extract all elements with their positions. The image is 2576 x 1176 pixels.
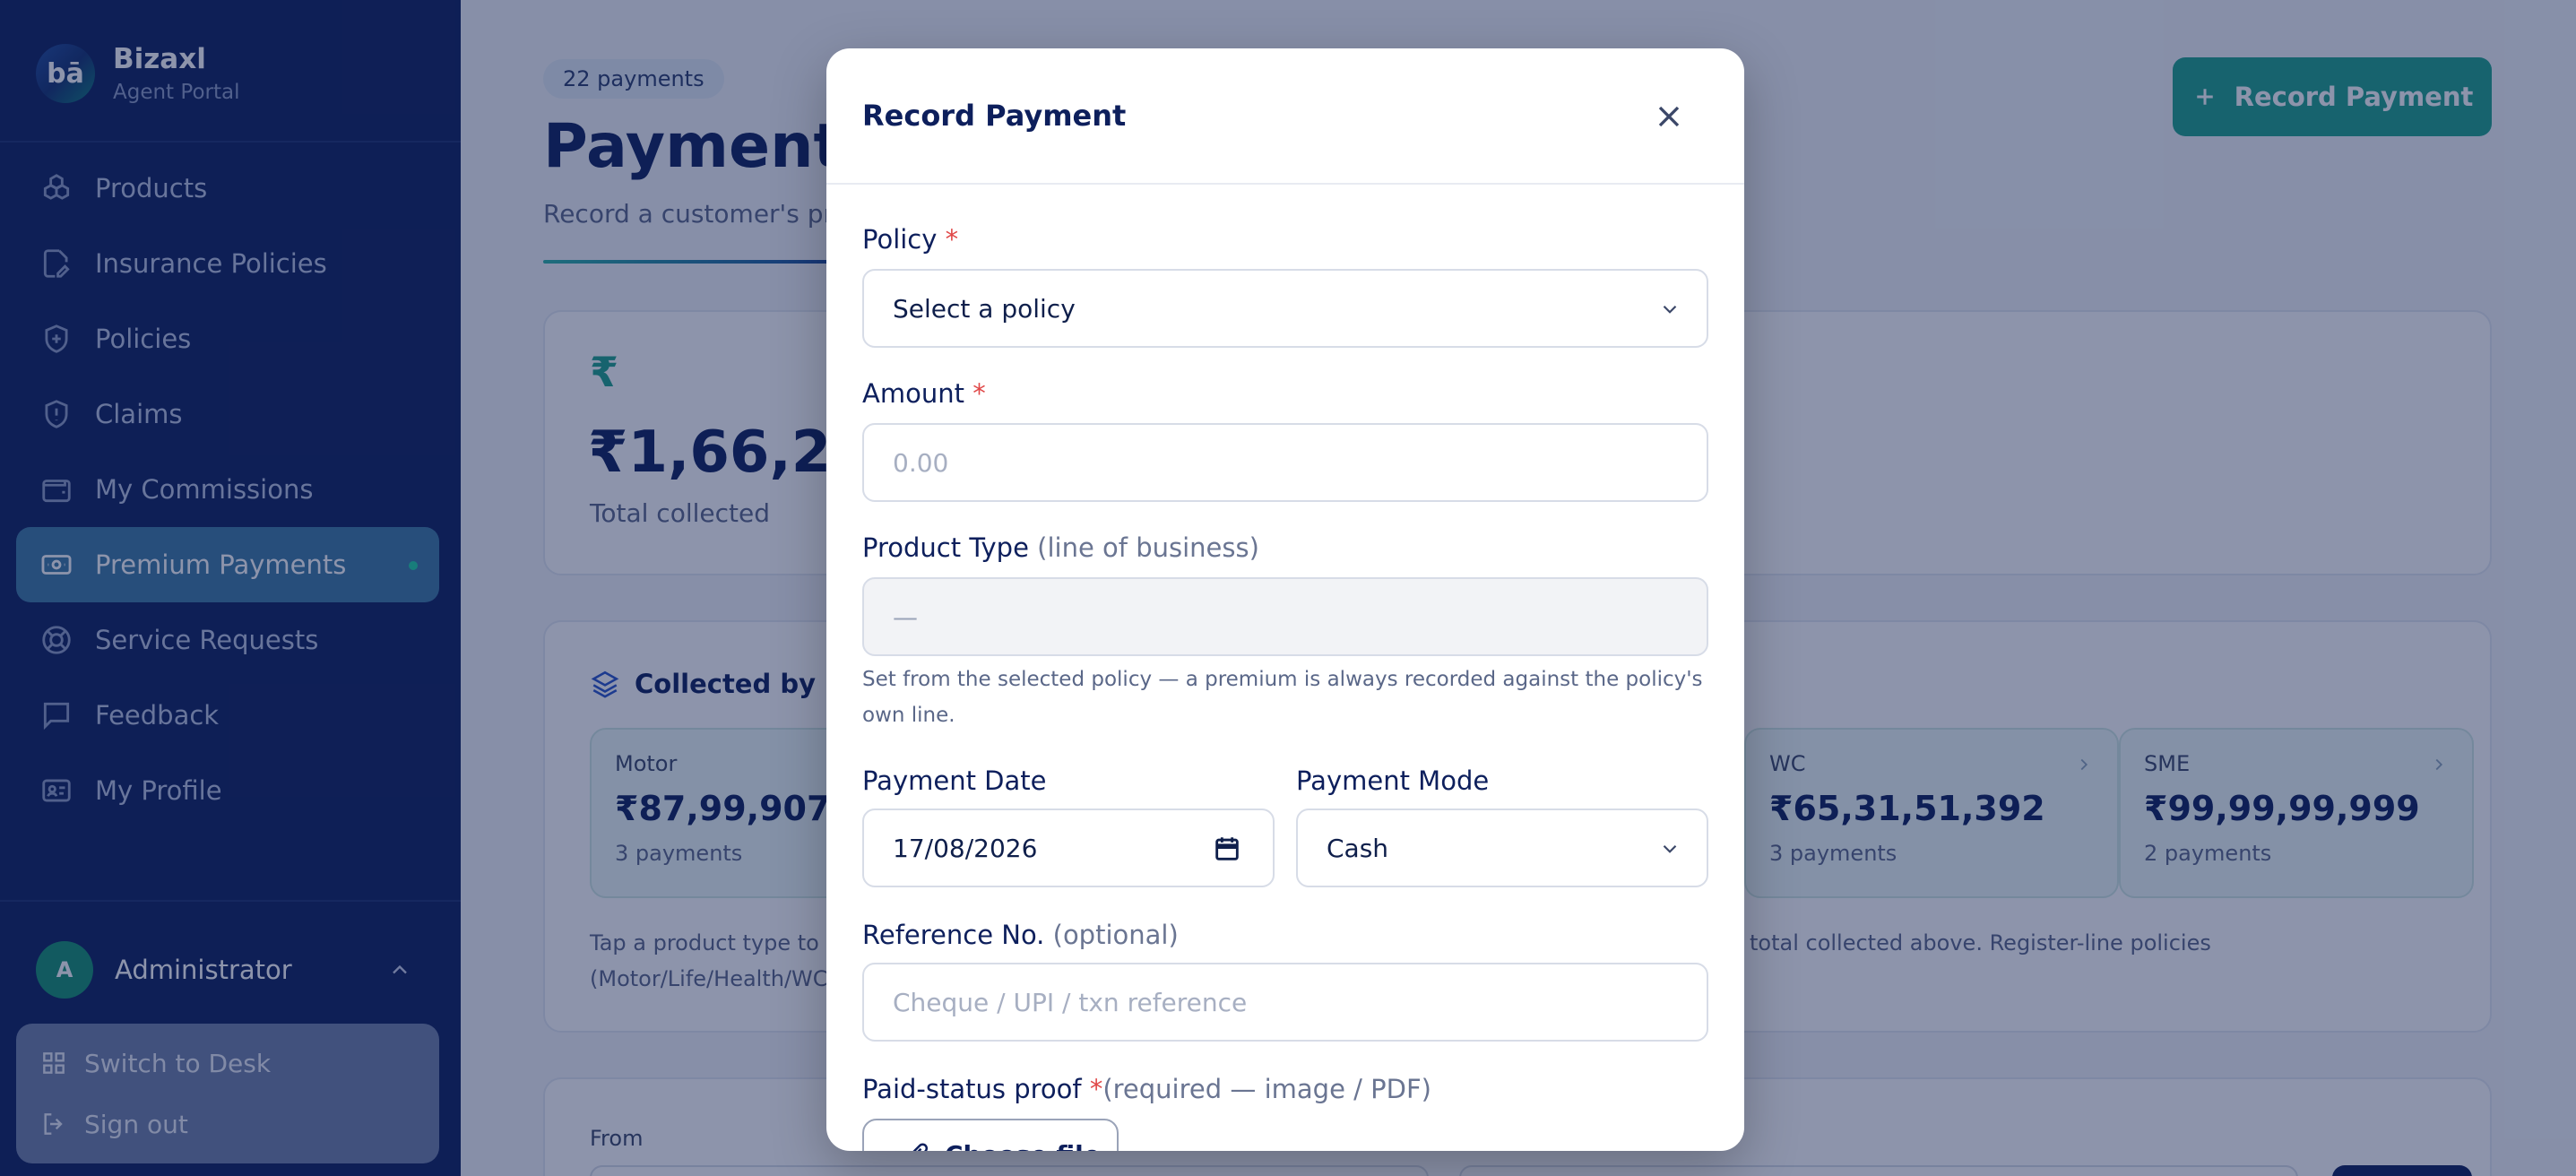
product-type-field: —: [862, 577, 1708, 656]
dialog-header: Record Payment: [826, 48, 1744, 185]
policy-select-value: Select a policy: [893, 293, 1076, 324]
reference-input[interactable]: Cheque / UPI / txn reference: [862, 963, 1708, 1042]
product-type-help: Set from the selected policy — a premium…: [862, 668, 1703, 727]
policy-label: Policy *: [862, 224, 959, 255]
record-payment-dialog: Record Payment Policy * Select a policy …: [826, 48, 1744, 1151]
amount-label: Amount *: [862, 378, 986, 409]
payment-mode-value: Cash: [1327, 833, 1389, 863]
chevron-down-icon: [1663, 844, 1677, 853]
payment-mode-select[interactable]: Cash: [1296, 808, 1708, 887]
product-type-hint: (line of business): [1037, 532, 1259, 563]
payment-mode-label: Payment Mode: [1296, 765, 1490, 796]
required-marker: *: [945, 224, 959, 255]
reference-placeholder: Cheque / UPI / txn reference: [893, 987, 1248, 1017]
paperclip-icon: [912, 1143, 929, 1151]
reference-label: Reference No. (optional): [862, 920, 1179, 950]
calendar-icon[interactable]: [1212, 834, 1242, 864]
choose-file-button[interactable]: Choose file: [862, 1119, 1119, 1151]
payment-date-value: 17/08/2026: [893, 833, 1038, 863]
policy-select[interactable]: Select a policy: [862, 269, 1708, 348]
reference-hint: (optional): [1052, 920, 1179, 950]
dialog-title: Record Payment: [862, 99, 1127, 133]
payment-date-input[interactable]: 17/08/2026: [862, 808, 1275, 887]
required-marker: *: [1089, 1074, 1103, 1104]
close-icon[interactable]: [1651, 99, 1687, 134]
amount-input[interactable]: 0.00: [862, 423, 1708, 502]
choose-file-label: Choose file: [945, 1140, 1101, 1152]
amount-placeholder: 0.00: [893, 447, 949, 478]
proof-hint: (required — image / PDF): [1102, 1074, 1431, 1104]
chevron-down-icon: [1663, 305, 1677, 314]
proof-label: Paid-status proof *(required — image / P…: [862, 1074, 1431, 1104]
product-type-label: Product Type (line of business): [862, 532, 1259, 563]
required-marker: *: [972, 378, 986, 409]
product-type-value: —: [893, 601, 918, 632]
payment-date-label: Payment Date: [862, 765, 1047, 796]
